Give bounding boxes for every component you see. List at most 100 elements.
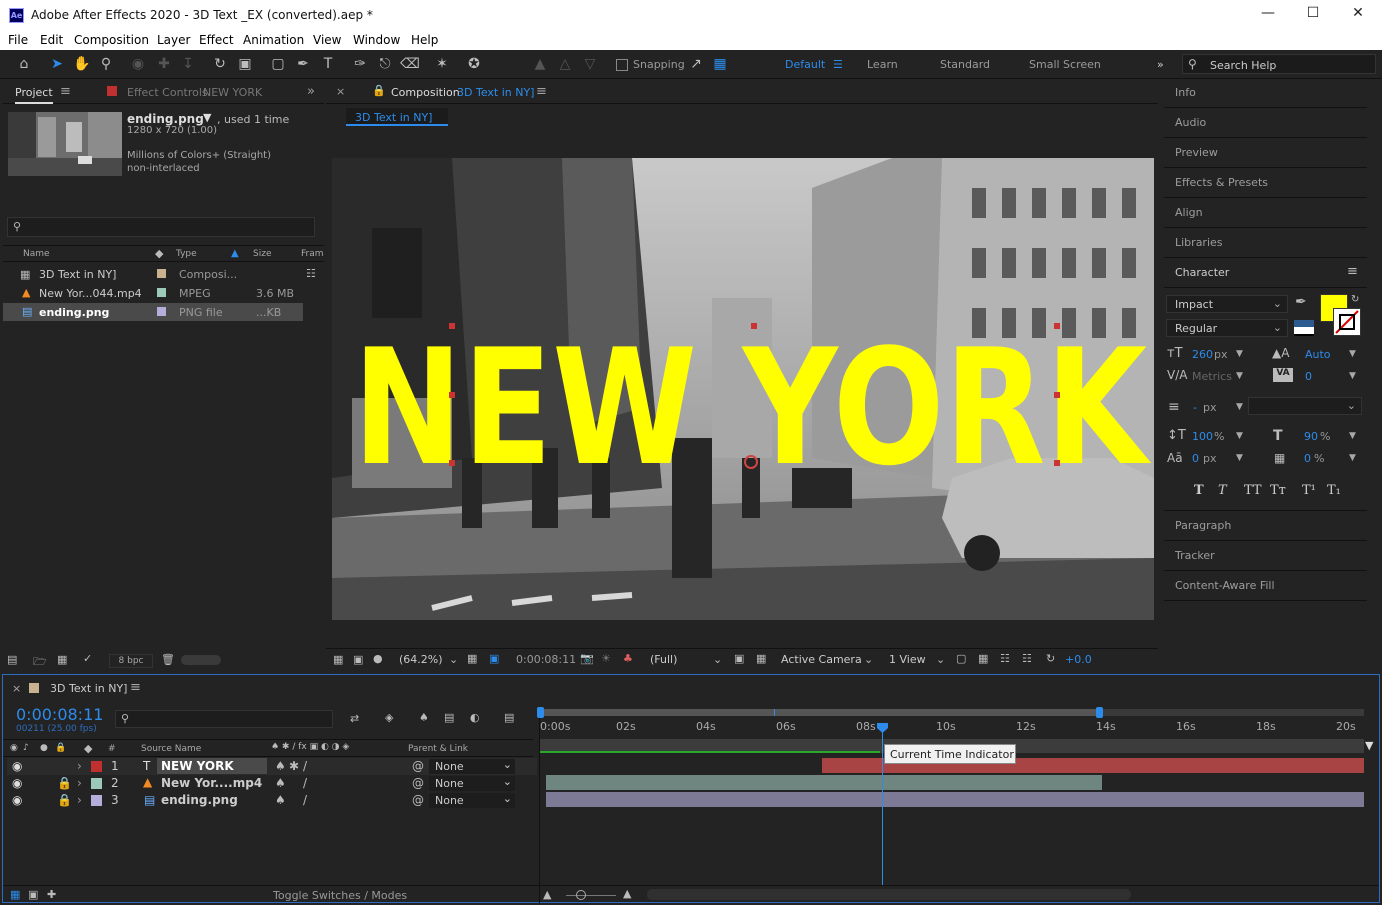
stroke-style-dropdown[interactable]: ⌄ bbox=[1248, 397, 1362, 415]
col-name[interactable]: Name bbox=[23, 249, 50, 259]
vertical-scale-value[interactable]: 100 bbox=[1192, 430, 1213, 443]
tsume-value[interactable]: 0 bbox=[1304, 452, 1311, 465]
trash-icon[interactable]: 🗑 bbox=[161, 653, 175, 666]
workspace-standard[interactable]: Standard bbox=[940, 58, 990, 71]
horizontal-scrollbar[interactable] bbox=[647, 889, 1131, 900]
safe-zones-icon[interactable]: ▣ bbox=[489, 652, 499, 665]
fit-icon[interactable]: ▦ bbox=[467, 652, 477, 665]
font-style-dropdown[interactable]: Regular ⌄ bbox=[1166, 319, 1288, 337]
pickwhip-icon[interactable]: @ bbox=[412, 759, 424, 773]
panel-effects-presets[interactable]: Effects & Presets bbox=[1164, 168, 1367, 198]
solo-switch-icon[interactable]: ● bbox=[40, 743, 48, 753]
quality-switch-icon[interactable]: / bbox=[303, 793, 307, 807]
time-ruler[interactable]: 0:00s 02s 04s 06s 08s 10s 12s 14s 16s 18… bbox=[540, 717, 1364, 737]
resolution-chevron-icon[interactable]: ⌄ bbox=[713, 653, 722, 666]
panel-preview[interactable]: Preview bbox=[1164, 138, 1367, 168]
faux-italic-button[interactable]: T bbox=[1218, 483, 1227, 498]
new-folder-icon[interactable]: 🗁 bbox=[33, 653, 47, 672]
parent-dropdown[interactable]: None ⌄ bbox=[429, 758, 515, 774]
col-source-name[interactable]: Source Name bbox=[141, 744, 201, 754]
world-axis-icon[interactable]: △ bbox=[555, 54, 575, 74]
swap-colors-icon[interactable]: ↻ bbox=[1351, 294, 1359, 305]
camera-chevron-icon[interactable]: ⌄ bbox=[864, 653, 873, 666]
font-size-value[interactable]: 260 bbox=[1192, 348, 1213, 361]
composition-viewer[interactable]: NEW YORK bbox=[332, 158, 1154, 620]
panel-content-aware-fill[interactable]: Content-Aware Fill bbox=[1164, 571, 1367, 601]
audio-switch-icon[interactable]: ♪ bbox=[23, 743, 29, 753]
local-axis-icon[interactable]: ▲ bbox=[530, 54, 550, 74]
timeline-icon[interactable]: ☷ bbox=[1000, 652, 1010, 665]
panel-info[interactable]: Info bbox=[1164, 78, 1367, 108]
clone-stamp-icon[interactable]: ⎋ bbox=[375, 54, 395, 74]
font-family-dropdown[interactable]: Impact ⌄ bbox=[1166, 295, 1288, 313]
new-comp-icon[interactable]: ▦ bbox=[57, 653, 67, 666]
video-switch-icon[interactable]: ◉ bbox=[10, 743, 18, 753]
zoom-dropdown[interactable]: (64.2%) bbox=[399, 653, 443, 666]
search-help-field[interactable]: ⚲ Search Help bbox=[1182, 54, 1376, 74]
subscript-button[interactable]: T₁ bbox=[1327, 483, 1341, 498]
menu-help[interactable]: Help bbox=[411, 33, 438, 47]
maximize-icon[interactable]: ☐ bbox=[1298, 5, 1328, 25]
panel-align[interactable]: Align bbox=[1164, 198, 1367, 228]
zoom-out-icon[interactable]: ▲ bbox=[543, 888, 551, 901]
menu-window[interactable]: Window bbox=[353, 33, 400, 47]
eyedropper-icon[interactable]: ✒ bbox=[1295, 294, 1307, 310]
dolly-tool-icon[interactable]: ↧ bbox=[178, 54, 198, 74]
font-size-dropdown-icon[interactable]: ▼ bbox=[1236, 349, 1243, 359]
project-item-comp[interactable]: ▦ 3D Text in NY] Composi... ☷ bbox=[3, 265, 316, 284]
resolution-dropdown[interactable]: (Full) bbox=[650, 653, 677, 666]
pan-tool-icon[interactable]: ✚ bbox=[154, 54, 174, 74]
orbit-tool-icon[interactable]: ◉ bbox=[128, 54, 148, 74]
col-label-icon[interactable]: ◆ bbox=[155, 247, 163, 260]
layer-name[interactable]: New Yor....mp4 bbox=[161, 776, 262, 790]
visibility-eye-icon[interactable]: ◉ bbox=[12, 759, 22, 773]
quality-switch-icon[interactable]: / bbox=[303, 776, 307, 790]
layer-row-2[interactable]: ◉ 🔒 › 2 ▲ New Yor....mp4 ♠ / @ None ⌄ bbox=[7, 775, 537, 792]
visibility-eye-icon[interactable]: ◉ bbox=[12, 776, 22, 790]
pickwhip-icon[interactable]: @ bbox=[412, 776, 424, 790]
layer-name[interactable]: NEW YORK bbox=[157, 758, 267, 774]
navigator-range[interactable] bbox=[540, 709, 1098, 716]
stroke-width-value[interactable]: - bbox=[1193, 401, 1197, 414]
hand-tool-icon[interactable]: ✋ bbox=[72, 54, 92, 74]
workspace-small-screen[interactable]: Small Screen bbox=[1029, 58, 1101, 71]
layer-name[interactable]: ending.png bbox=[161, 793, 238, 807]
tracking-dropdown-icon[interactable]: ▼ bbox=[1349, 371, 1356, 381]
tab-effect-controls-target[interactable]: NEW YORK bbox=[203, 86, 262, 99]
menu-file[interactable]: File bbox=[8, 33, 28, 47]
tab-project[interactable]: Project bbox=[15, 86, 53, 104]
minimize-icon[interactable]: — bbox=[1253, 5, 1283, 25]
comp-close-icon[interactable]: × bbox=[336, 85, 345, 98]
horizontal-scale-value[interactable]: 90 bbox=[1304, 430, 1318, 443]
panel-overflow-icon[interactable]: » bbox=[307, 84, 315, 99]
stroke-width-dropdown-icon[interactable]: ▼ bbox=[1236, 402, 1243, 412]
pickwhip-icon[interactable]: @ bbox=[412, 793, 424, 807]
lock-switch-icon[interactable]: 🔒 bbox=[55, 743, 66, 753]
preview-dropdown-icon[interactable]: ▼ bbox=[203, 111, 211, 124]
zoom-tool-icon[interactable]: ⚲ bbox=[96, 54, 116, 74]
sort-ascending-icon[interactable]: ▲ bbox=[231, 248, 239, 259]
superscript-button[interactable]: T¹ bbox=[1302, 483, 1316, 498]
lock-icon[interactable]: 🔒 bbox=[372, 84, 386, 97]
kerning-value[interactable]: Metrics bbox=[1192, 370, 1232, 383]
panel-tracker[interactable]: Tracker bbox=[1164, 541, 1367, 571]
faux-bold-button[interactable]: T bbox=[1194, 483, 1204, 498]
label-column-icon[interactable]: ◆ bbox=[84, 742, 92, 755]
fast-previews-icon[interactable]: ▦ bbox=[978, 652, 988, 665]
quality-switch-icon[interactable]: / bbox=[303, 759, 307, 773]
graph-editor-icon[interactable]: ▤ bbox=[504, 711, 514, 724]
flowchart-icon[interactable]: ☷ bbox=[306, 267, 316, 280]
project-menu-icon[interactable]: ≡ bbox=[60, 84, 71, 99]
close-icon[interactable]: ✕ bbox=[1343, 5, 1373, 25]
brush-tool-icon[interactable]: ✑ bbox=[350, 54, 370, 74]
time-graph[interactable]: 0:00s 02s 04s 06s 08s 10s 12s 14s 16s 18… bbox=[537, 707, 1364, 903]
panel-libraries[interactable]: Libraries bbox=[1164, 228, 1367, 258]
menu-composition[interactable]: Composition bbox=[74, 33, 149, 47]
layer-lock-icon[interactable]: 🔒 bbox=[57, 793, 72, 807]
tracking-value[interactable]: 0 bbox=[1305, 370, 1312, 383]
shy-switch-icon[interactable]: ♠ bbox=[275, 793, 286, 807]
draft-3d-icon[interactable]: ◈ bbox=[385, 711, 393, 724]
col-size[interactable]: Size bbox=[253, 249, 271, 259]
menu-view[interactable]: View bbox=[313, 33, 341, 47]
workspace-overflow-icon[interactable]: » bbox=[1157, 58, 1164, 71]
